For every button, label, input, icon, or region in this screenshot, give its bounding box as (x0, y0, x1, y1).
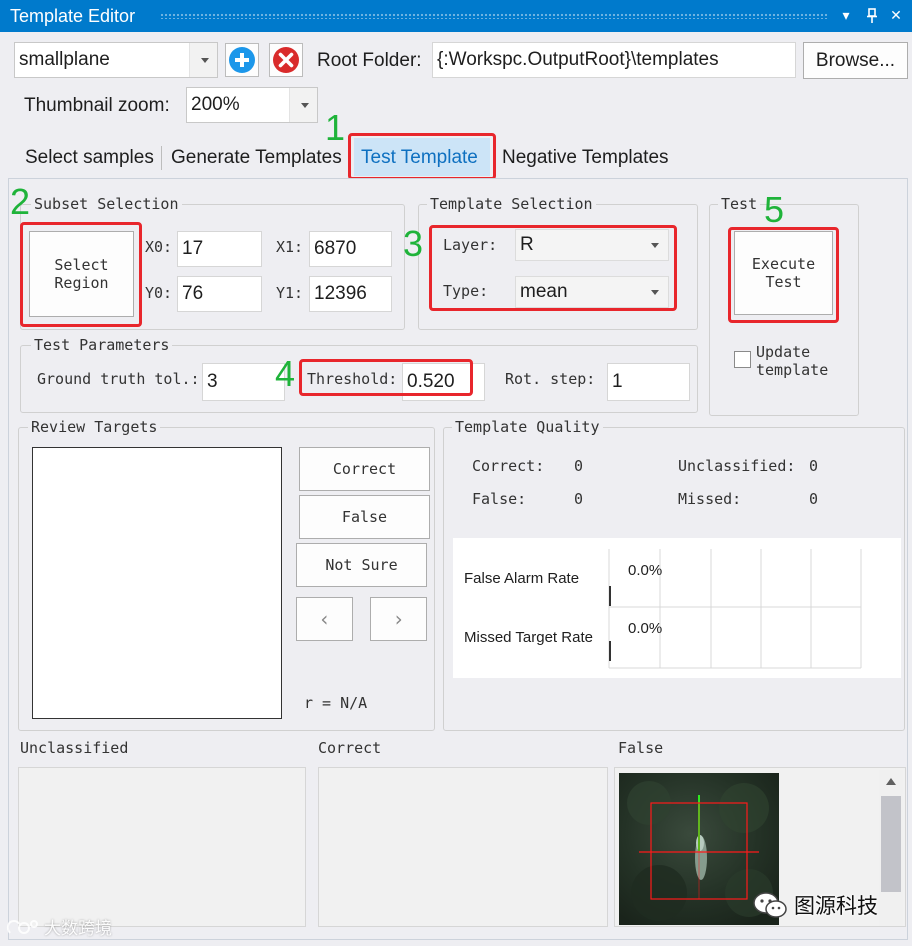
add-template-button[interactable] (225, 43, 259, 77)
ground-truth-tol-label: Ground truth tol.: (37, 370, 200, 388)
next-target-button[interactable]: › (370, 597, 427, 641)
x0-label: X0: (145, 238, 173, 256)
window-menu-icon[interactable]: ▾ (836, 6, 856, 26)
quality-false-label: False: (472, 490, 527, 508)
x1-input[interactable]: 6870 (309, 231, 392, 267)
test-group-title: Test (718, 195, 761, 213)
tab-generate-templates[interactable]: Generate Templates (171, 147, 342, 169)
y0-label: Y0: (145, 284, 173, 302)
tab-select-samples[interactable]: Select samples (25, 147, 154, 169)
plus-icon (229, 47, 255, 73)
tab-divider (161, 146, 162, 170)
subset-selection-title: Subset Selection (31, 195, 182, 213)
false-list-title: False (618, 739, 664, 757)
correct-list[interactable] (318, 767, 608, 927)
step-number-2: 2 (10, 181, 31, 222)
template-quality-title: Template Quality (452, 418, 603, 436)
step-number-5: 5 (764, 189, 785, 230)
false-alarm-bar (609, 586, 611, 606)
rot-step-input[interactable]: 1 (607, 363, 690, 401)
left-watermark: 大数跨境 (4, 914, 112, 939)
x1-label: X1: (276, 238, 304, 256)
project-select-value: smallplane (19, 49, 110, 70)
title-bar-grip (160, 13, 828, 19)
chevron-right-icon: › (392, 607, 405, 631)
correct-list-title: Correct (318, 739, 382, 757)
watermark-logo-icon (6, 919, 38, 934)
false-alarm-rate-label: False Alarm Rate (464, 570, 580, 587)
project-select[interactable]: smallplane (14, 42, 218, 78)
highlight-box-1 (348, 133, 496, 180)
remove-template-button[interactable] (269, 43, 303, 77)
root-folder-label: Root Folder: (317, 50, 422, 71)
template-selection-title: Template Selection (427, 195, 596, 213)
quality-false-value: 0 (574, 490, 584, 508)
quality-unclassified-label: Unclassified: (678, 457, 796, 475)
tab-negative-templates[interactable]: Negative Templates (502, 147, 669, 169)
scroll-up-icon[interactable] (886, 778, 896, 785)
root-folder-input[interactable]: {:Workspc.OutputRoot}\templates (432, 42, 796, 78)
quality-rate-chart: False Alarm Rate 0.0% Missed Target Rate… (453, 538, 901, 678)
unclassified-list-title: Unclassified (20, 739, 129, 757)
right-watermark-text: 图源科技 (794, 894, 878, 918)
missed-target-rate-value: 0.0% (628, 620, 663, 637)
false-alarm-rate-value: 0.0% (628, 562, 663, 579)
close-icon[interactable]: ✕ (886, 6, 906, 26)
scrollbar-thumb[interactable] (881, 796, 901, 892)
rot-step-label: Rot. step: (505, 370, 596, 388)
highlight-box-3 (429, 225, 677, 311)
step-number-1: 1 (325, 107, 346, 148)
step-number-4: 4 (275, 353, 296, 394)
right-watermark: 图源科技 (752, 890, 878, 920)
delete-icon (273, 47, 299, 73)
false-list-scrollbar[interactable] (879, 770, 903, 926)
correct-button[interactable]: Correct (299, 447, 430, 491)
quality-unclassified-value: 0 (809, 457, 819, 475)
not-sure-button[interactable]: Not Sure (296, 543, 427, 587)
y1-label: Y1: (276, 284, 304, 302)
thumbnail-zoom-value: 200% (191, 94, 240, 115)
highlight-box-5 (728, 227, 839, 323)
chevron-left-icon: ‹ (318, 607, 331, 631)
update-template-checkbox[interactable] (734, 351, 751, 368)
y1-input[interactable]: 12396 (309, 276, 392, 312)
test-parameters-title: Test Parameters (31, 336, 173, 354)
title-bar: Template Editor ▾ ✕ (0, 0, 912, 32)
previous-target-button[interactable]: ‹ (296, 597, 353, 641)
missed-target-rate-label: Missed Target Rate (464, 629, 593, 646)
thumbnail-zoom-select[interactable]: 200% (186, 87, 318, 123)
y0-input[interactable]: 76 (177, 276, 262, 312)
review-targets-title: Review Targets (28, 418, 161, 436)
left-watermark-text: 大数跨境 (44, 919, 112, 939)
quality-missed-value: 0 (809, 490, 819, 508)
chevron-down-icon (189, 43, 217, 77)
wechat-icon (753, 892, 787, 918)
rate-chart-grid (608, 549, 862, 669)
correlation-value: r = N/A (304, 694, 368, 712)
false-button[interactable]: False (299, 495, 430, 539)
step-number-3: 3 (403, 223, 424, 264)
quality-missed-label: Missed: (678, 490, 742, 508)
quality-correct-label: Correct: (472, 457, 545, 475)
update-template-label: Update template (756, 343, 829, 379)
window-title: Template Editor (10, 6, 136, 26)
ground-truth-tol-input[interactable]: 3 (202, 363, 285, 401)
unclassified-list[interactable] (18, 767, 306, 927)
browse-button[interactable]: Browse... (803, 42, 908, 79)
highlight-box-4 (299, 359, 473, 396)
quality-correct-value: 0 (574, 457, 584, 475)
x0-input[interactable]: 17 (177, 231, 262, 267)
thumbnail-zoom-label: Thumbnail zoom: (24, 95, 170, 116)
chevron-down-icon (289, 88, 317, 122)
missed-target-bar (609, 641, 611, 661)
highlight-box-2 (20, 222, 142, 327)
target-preview (32, 447, 282, 719)
pin-icon[interactable] (862, 6, 882, 26)
